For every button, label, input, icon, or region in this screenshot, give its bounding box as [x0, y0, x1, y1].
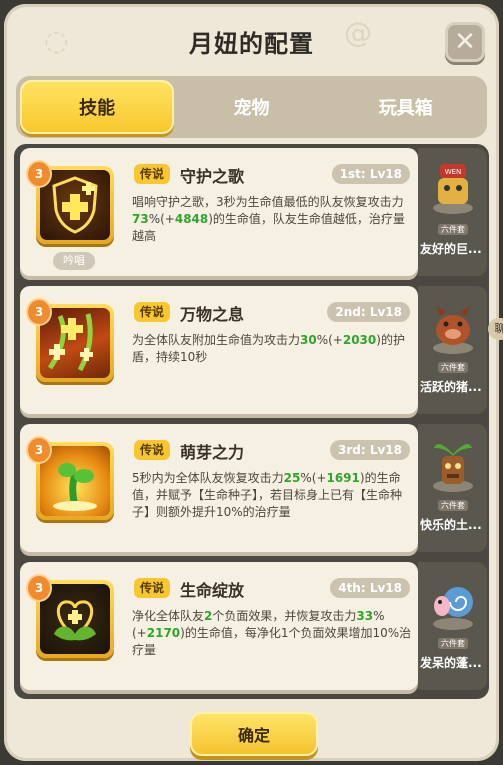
- pet-robot-icon: WEN: [428, 158, 478, 218]
- rarity-tag: 传说: [134, 164, 171, 184]
- skill-description: 为全体队友附加生命值为攻击力30%(+2030)的护盾，持续10秒: [132, 333, 405, 364]
- skill-card[interactable]: 3 传说 萌芽之力 3rd: Lv18 5秒内为全体队友恢复攻击力25%(+16…: [20, 424, 418, 552]
- sprout-icon: [40, 446, 110, 516]
- pet-slot[interactable]: 六件套 发呆的蓬...: [418, 562, 487, 690]
- pet-set-tag: 六件套: [438, 638, 468, 649]
- skill-description: 净化全体队友2个负面效果，并恢复攻击力33%(+2170)的生命值，每净化1个负…: [132, 609, 412, 657]
- level-badge: 3: [28, 300, 50, 324]
- skill-description: 唱响守护之歌，3秒为生命值最低的队友恢复攻击力73%(+4848)的生命值，队友…: [132, 195, 405, 243]
- skill-name: 萌芽之力: [180, 443, 245, 462]
- pet-slot[interactable]: 六件套 快乐的土...: [418, 424, 487, 552]
- skill-card[interactable]: 3 传说 生命绽放 4th: Lv18 净化全体队友2个负面效果，并恢复攻击力3…: [20, 562, 418, 690]
- rarity-tag: 传说: [134, 302, 171, 322]
- pet-name: 发呆的蓬...: [420, 656, 482, 670]
- pet-boar-icon: [428, 296, 478, 356]
- skill-card[interactable]: 3 吟唱 传说 守护之歌 1st: Lv18 唱响守护之歌，3秒为生命值最低的队…: [20, 148, 418, 276]
- slot-tag: 4th: Lv18: [330, 578, 410, 598]
- pet-set-tag: 六件套: [438, 224, 468, 235]
- skill-name: 守护之歌: [180, 167, 245, 186]
- pet-set-tag: 六件套: [438, 362, 468, 373]
- pet-tiki-icon: [428, 434, 478, 494]
- breath-cross-icon: [40, 308, 110, 378]
- close-button[interactable]: ✕: [445, 22, 485, 62]
- level-badge: 3: [28, 162, 50, 186]
- pet-name: 快乐的土...: [420, 518, 482, 532]
- heart-bloom-icon: [40, 584, 110, 654]
- level-badge: 3: [28, 576, 50, 600]
- pet-name: 活跃的猪...: [420, 380, 482, 394]
- level-badge: 3: [28, 438, 50, 462]
- chat-hint-bubble[interactable]: 聊: [488, 318, 503, 340]
- rarity-tag: 传说: [134, 440, 171, 460]
- pet-set-tag: 六件套: [438, 500, 468, 511]
- confirm-button[interactable]: 确定: [190, 712, 318, 756]
- pet-badge-text: WEN: [445, 168, 462, 176]
- rarity-tag: 传说: [134, 578, 171, 598]
- slot-tag: 2nd: Lv18: [327, 302, 410, 322]
- shield-cross-icon: [40, 170, 110, 240]
- tab-skills[interactable]: 技能: [20, 80, 175, 134]
- config-dialog: ◌ @ 月妞的配置 ✕ 技能 宠物 玩具箱 3 吟唱 传说 守护之歌 1st: …: [4, 4, 499, 761]
- skill-list[interactable]: 3 吟唱 传说 守护之歌 1st: Lv18 唱响守护之歌，3秒为生命值最低的队…: [14, 144, 489, 699]
- tab-bar: 技能 宠物 玩具箱: [16, 76, 487, 138]
- tab-pets[interactable]: 宠物: [174, 80, 328, 134]
- skill-description: 5秒内为全体队友恢复攻击力25%(+1691)的生命值，并赋予【生命种子】，若目…: [132, 471, 403, 519]
- tab-toybox[interactable]: 玩具箱: [329, 80, 483, 134]
- pet-slot[interactable]: 六件套 活跃的猪...: [418, 286, 487, 414]
- skill-name: 万物之息: [180, 305, 245, 324]
- dialog-title: 月妞的配置: [189, 30, 314, 58]
- skill-name: 生命绽放: [180, 581, 245, 600]
- cast-tag: 吟唱: [53, 252, 95, 270]
- slot-tag: 3rd: Lv18: [329, 440, 410, 460]
- skill-card[interactable]: 3 传说 万物之息 2nd: Lv18 为全体队友附加生命值为攻击力30%(+2…: [20, 286, 418, 414]
- pet-name: 友好的巨...: [420, 242, 482, 256]
- slot-tag: 1st: Lv18: [331, 164, 410, 184]
- pet-snail-icon: [428, 572, 478, 632]
- pet-slot[interactable]: WEN 六件套 友好的巨...: [418, 148, 487, 276]
- close-icon: ✕: [454, 27, 476, 57]
